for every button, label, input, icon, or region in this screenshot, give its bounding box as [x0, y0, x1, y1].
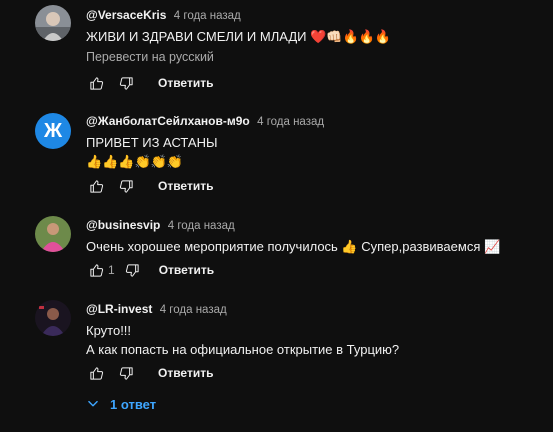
- like-icon[interactable]: [86, 176, 106, 196]
- like-icon[interactable]: [86, 363, 106, 383]
- reply-button[interactable]: Ответить: [158, 179, 213, 193]
- comment-time[interactable]: 4 года назад: [168, 220, 235, 232]
- comment-time[interactable]: 4 года назад: [160, 304, 227, 316]
- chevron-down-icon: [88, 400, 98, 407]
- translate-link[interactable]: Перевести на русский: [86, 50, 543, 64]
- avatar[interactable]: Ж: [35, 113, 71, 149]
- comment-text: ПРИВЕТ ИЗ АСТАНЫ: [86, 135, 218, 150]
- comment-author[interactable]: @businesvip: [86, 218, 160, 232]
- comment-author[interactable]: @LR-invest: [86, 302, 152, 316]
- avatar-letter: Ж: [43, 119, 63, 142]
- comment-header: @businesvip 4 года назад: [86, 217, 543, 234]
- like-icon[interactable]: [86, 260, 106, 280]
- reply-button[interactable]: Ответить: [158, 366, 213, 380]
- comment-text: ЖИВИ И ЗДРАВИ СМЕЛИ И МЛАДИ ❤️👊🏻🔥🔥🔥: [86, 29, 392, 44]
- comment-time[interactable]: 4 года назад: [174, 10, 241, 22]
- comment-text: Круто!!!: [86, 323, 132, 338]
- avatar[interactable]: [35, 300, 71, 336]
- comment-author[interactable]: @VersaceKris: [86, 8, 166, 22]
- reply-button[interactable]: Ответить: [158, 76, 213, 90]
- like-count: 1: [108, 263, 115, 277]
- show-replies-button[interactable]: 1 ответ: [86, 392, 156, 416]
- avatar[interactable]: [35, 5, 71, 41]
- comment-time[interactable]: 4 года назад: [257, 116, 324, 128]
- avatar[interactable]: [35, 216, 71, 252]
- comment-text: Очень хорошее мероприятие получилось 👍 С…: [86, 239, 501, 254]
- comment-header: @LR-invest 4 года назад: [86, 301, 543, 318]
- dislike-icon[interactable]: [116, 73, 136, 93]
- comment-text: А как попасть на официальное открытие в …: [86, 342, 400, 357]
- dislike-icon[interactable]: [123, 260, 143, 280]
- replies-count-label: 1 ответ: [110, 396, 157, 412]
- comment-header: @VersaceKris 4 года назад: [86, 7, 543, 24]
- comment-text: 👍👍👍👏👏👏: [86, 154, 184, 169]
- dislike-icon[interactable]: [116, 176, 136, 196]
- comment-header: @ЖанболатСейлханов-м9о 4 года назад: [86, 113, 543, 130]
- comment-author[interactable]: @ЖанболатСейлханов-м9о: [86, 114, 250, 128]
- reply-button[interactable]: Ответить: [159, 263, 214, 277]
- dislike-icon[interactable]: [116, 363, 136, 383]
- like-icon[interactable]: [86, 73, 106, 93]
